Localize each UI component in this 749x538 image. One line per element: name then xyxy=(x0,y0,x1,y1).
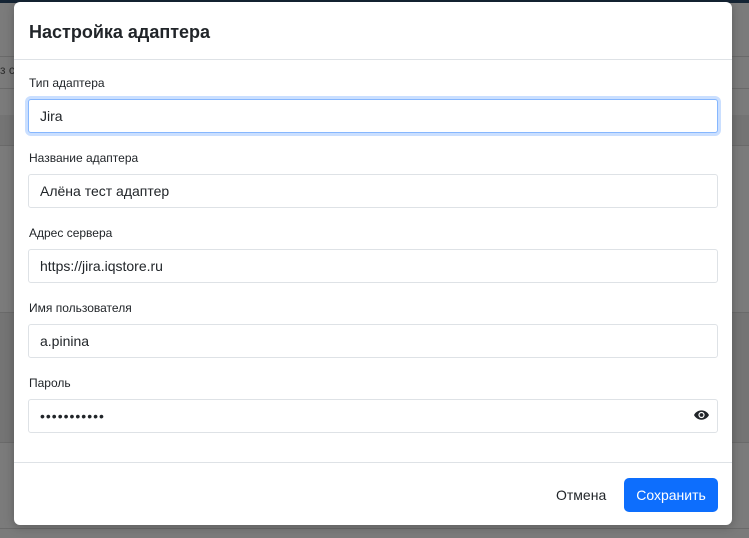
dialog-footer: Отмена Сохранить xyxy=(14,462,732,525)
password-label: Пароль xyxy=(29,376,71,390)
dialog-header: Настройка адаптера xyxy=(14,2,732,60)
username-input[interactable] xyxy=(28,324,718,358)
eye-icon xyxy=(693,410,709,420)
cancel-button[interactable]: Отмена xyxy=(548,478,614,512)
show-password-toggle[interactable] xyxy=(692,406,710,424)
adapter-type-input[interactable] xyxy=(28,99,718,133)
server-address-label: Адрес сервера xyxy=(29,226,113,240)
adapter-type-label: Тип адаптера xyxy=(29,76,105,90)
password-input[interactable] xyxy=(28,399,718,433)
username-label: Имя пользователя xyxy=(29,301,132,315)
dialog-title: Настройка адаптера xyxy=(29,22,211,42)
server-address-input[interactable] xyxy=(28,249,718,283)
adapter-name-input[interactable] xyxy=(28,174,718,208)
background-text-fragment: з с xyxy=(0,63,15,77)
adapter-settings-dialog: Настройка адаптера Тип адаптера Название… xyxy=(14,2,732,525)
save-button[interactable]: Сохранить xyxy=(624,478,718,512)
background-divider xyxy=(0,528,749,529)
adapter-name-label: Название адаптера xyxy=(29,151,139,165)
